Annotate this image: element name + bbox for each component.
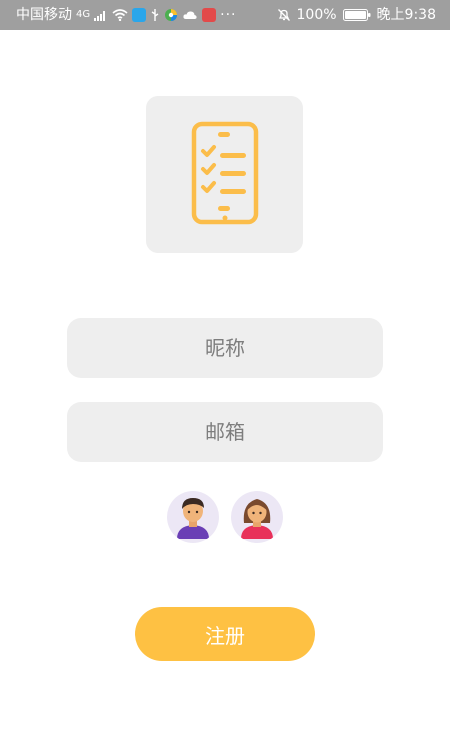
female-avatar-option[interactable] — [231, 491, 283, 543]
status-bar-right: 100% 晚上9:38 — [277, 0, 436, 30]
signal-icon — [94, 9, 108, 21]
female-avatar-icon — [235, 493, 279, 543]
notification-app-icon — [132, 8, 147, 22]
male-avatar-icon — [171, 493, 215, 543]
mute-icon — [277, 8, 291, 22]
mail-app-icon — [202, 8, 217, 22]
clock-time: 晚上9:38 — [376, 7, 436, 23]
cloud-icon — [182, 9, 198, 21]
network-type-label: 4G — [76, 9, 91, 20]
battery-icon — [342, 8, 371, 22]
male-avatar-option[interactable] — [167, 491, 219, 543]
more-notifications-indicator: ··· — [220, 7, 237, 23]
status-bar-left: 中国移动 4G ··· — [16, 0, 236, 30]
battery-percent: 100% — [296, 7, 337, 23]
wifi-icon — [112, 9, 128, 21]
checklist-icon — [191, 121, 259, 229]
usb-icon — [150, 8, 160, 22]
email-input[interactable] — [67, 402, 383, 462]
status-bar: 中国移动 4G ··· 100% 晚上9:38 — [0, 0, 450, 30]
app-logo — [146, 96, 303, 253]
nickname-input[interactable] — [67, 318, 383, 378]
carrier-label: 中国移动 — [16, 7, 72, 23]
browser-icon — [164, 8, 178, 22]
register-button[interactable]: 注册 — [135, 607, 315, 661]
